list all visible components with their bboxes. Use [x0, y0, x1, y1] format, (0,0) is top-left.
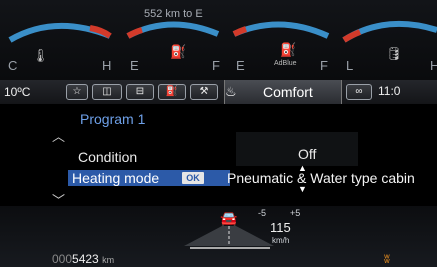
tools-icon: ⚒ — [199, 86, 209, 97]
heating-mode-value: Pneumatic & Water type cabin — [227, 170, 415, 186]
adblue-gauge — [232, 21, 330, 39]
tab-comfort[interactable]: ♨ Comfort — [224, 80, 342, 104]
link-icon: ∞ — [355, 86, 363, 97]
oil-can-icon: 🛢 — [386, 46, 403, 61]
fuel-full-label: F — [212, 58, 220, 73]
adblue-label: AdBlue — [274, 60, 297, 67]
oil-low-label: L — [346, 58, 354, 73]
star-icon: ☆ — [72, 86, 82, 97]
tab-vehicle-assist[interactable]: ◫ — [92, 84, 122, 100]
cruise-speed-unit: km/h — [272, 236, 290, 245]
odometer-unit: km — [102, 255, 115, 265]
temperature-gauge — [8, 22, 112, 43]
outside-temperature: 10ºC — [4, 85, 31, 99]
program-title: Program 1 — [80, 111, 146, 127]
tab-favorites[interactable]: ☆ — [66, 84, 88, 100]
scroll-up-arrow[interactable]: ︿ — [52, 126, 65, 145]
adblue-icon: ⛽ — [280, 42, 297, 57]
gauge-cluster: 552 km to E C 🌡 H E ⛽ F E ⛽ AdBlue F L 🛢… — [0, 0, 437, 80]
vehicle-assist-icon: ◫ — [102, 86, 112, 97]
temp-cold-label: C — [8, 58, 18, 73]
adblue-full-label: F — [320, 58, 328, 73]
value-down-arrow[interactable]: ▼ — [298, 184, 307, 194]
status-tab-bar: 10ºC ☆ ◫ ⊟ ⛽ ⚒ ∞ 11:0 — [0, 80, 437, 104]
odometer-prefix: 000 — [52, 252, 73, 266]
vehicle-ahead-icon: 🚘 — [220, 210, 238, 226]
condition-value-box[interactable] — [236, 132, 358, 166]
trailer-icon: ⊟ — [135, 86, 145, 97]
ok-badge: OK — [182, 172, 204, 184]
tab-link[interactable]: ∞ — [346, 84, 372, 100]
odometer-value: 5423 — [72, 252, 99, 266]
temp-hot-label: H — [102, 58, 112, 73]
adblue-empty-label: E — [236, 58, 245, 73]
heating-mode-label: Heating mode — [72, 170, 160, 186]
bottom-info-bar: 🚘 -5 +5 115 km/h 0005423 km ʬ — [0, 206, 437, 267]
condition-label[interactable]: Condition — [78, 149, 137, 165]
tab-trailer[interactable]: ⊟ — [126, 84, 154, 100]
condition-value: Off — [298, 146, 317, 162]
heating-icon: ♨ — [225, 84, 237, 99]
tab-tools[interactable]: ⚒ — [190, 84, 218, 100]
fuel-system-icon: ⛽ — [165, 86, 179, 97]
cruise-speed-value: 115 — [270, 220, 291, 235]
oil-high-label: H — [430, 58, 437, 73]
oil-pressure-gauge — [342, 20, 437, 43]
fuel-gauge — [126, 21, 220, 39]
coolant-temp-icon: 🌡 — [32, 48, 49, 63]
glow-plug-warning-icon: ʬ — [384, 252, 390, 266]
fuel-pump-icon: ⛽ — [170, 44, 187, 59]
speed-minus: -5 — [258, 208, 267, 218]
tab-fuel-system[interactable]: ⛽ — [158, 84, 186, 100]
odometer: 0005423 km — [52, 252, 114, 266]
range-to-empty: 552 km to E — [144, 8, 203, 20]
speed-plus: +5 — [290, 208, 301, 218]
tab-comfort-label: Comfort — [263, 84, 313, 100]
fuel-empty-label: E — [130, 58, 139, 73]
clock: 11:0 — [378, 84, 401, 98]
